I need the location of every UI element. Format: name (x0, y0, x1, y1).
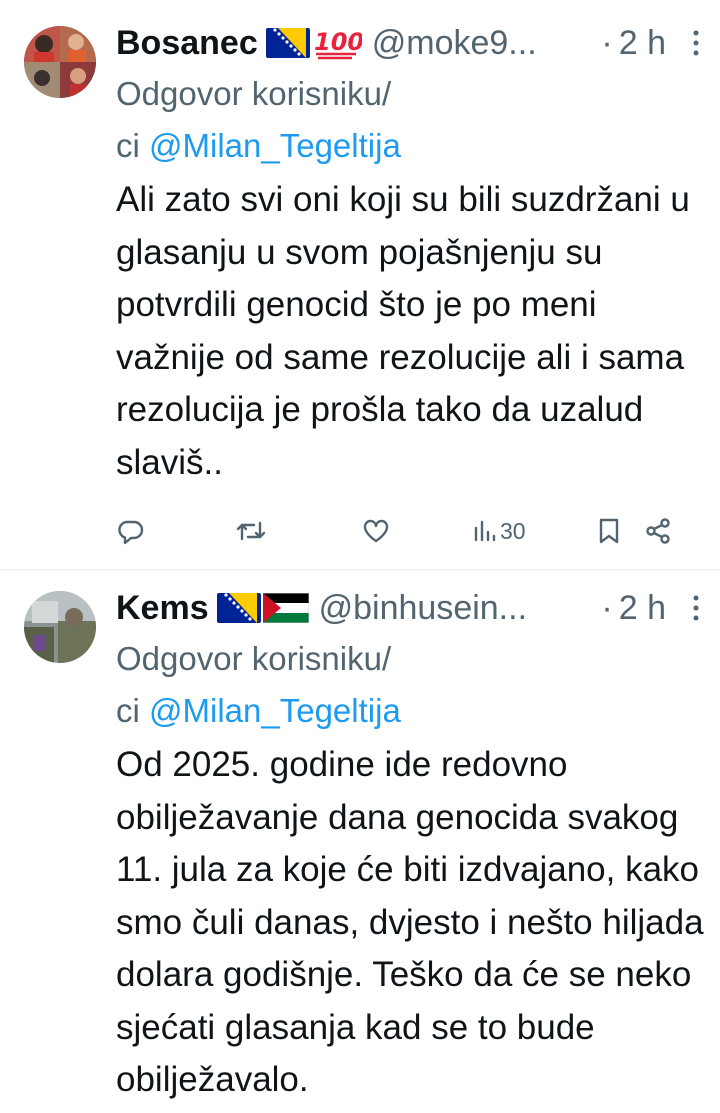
reply-icon (118, 520, 144, 545)
reply-to: Odgovor korisniku/ ci @Milan_Tegeltija (116, 68, 708, 172)
action-bar: 30 (116, 501, 708, 561)
views-icon (474, 520, 496, 542)
separator-dot: · (601, 588, 613, 627)
mention-link[interactable]: @Milan_Tegeltija (149, 127, 401, 164)
tweet-content: Bosanec 100 @moke9... · 2 h Odgovor kori… (116, 18, 720, 561)
reply-to-label-cont: ci (116, 127, 140, 164)
views-count: 30 (500, 517, 526, 544)
retweet-button[interactable] (236, 517, 362, 545)
tweet-1[interactable]: Bosanec 100 @moke9... · 2 h Odgovor kori… (0, 0, 720, 561)
handle[interactable]: @binhusein... (319, 589, 592, 628)
bookmark-button[interactable] (598, 517, 644, 545)
display-name[interactable]: Kems (116, 589, 209, 628)
timestamp[interactable]: 2 h (619, 24, 666, 63)
reply-to: Odgovor korisniku/ ci @Milan_Tegeltija (116, 633, 708, 737)
tweet-text: Ali zato svi oni koji su bili suzdržani … (116, 180, 690, 482)
views-button[interactable]: 30 (472, 518, 598, 545)
bosnia-flag-icon (216, 593, 261, 623)
bookmark-icon (599, 518, 619, 544)
more-icon[interactable] (684, 29, 708, 57)
avatar[interactable] (24, 591, 96, 663)
share-icon (646, 518, 670, 544)
tweet-header: Kems @binhusein... · 2 h (116, 583, 708, 633)
tweet-text: Od 2025. godine ide redovno obilježavanj… (116, 745, 704, 1099)
like-button[interactable] (362, 518, 472, 544)
palestine-flag-icon (262, 593, 309, 623)
handle[interactable]: @moke9... (372, 24, 592, 63)
bosnia-flag-icon (265, 28, 310, 58)
reply-button[interactable] (116, 517, 236, 545)
display-name[interactable]: Bosanec (116, 24, 258, 63)
hundred-points-icon: 100 (314, 28, 362, 60)
reply-to-label: Odgovor korisniku/ (116, 640, 392, 677)
tweet-2[interactable]: Kems @binhusein... · 2 h Odgovor korisni… (0, 571, 720, 1107)
tweet-content: Kems @binhusein... · 2 h Odgovor korisni… (116, 583, 720, 1107)
avatar-column (0, 583, 116, 1107)
mention-link[interactable]: @Milan_Tegeltija (149, 692, 401, 729)
like-icon (363, 519, 389, 543)
name-emojis (216, 593, 309, 623)
avatar[interactable] (24, 26, 96, 98)
share-button[interactable] (644, 517, 684, 545)
svg-text:100: 100 (314, 28, 362, 56)
more-icon[interactable] (684, 594, 708, 622)
timestamp[interactable]: 2 h (619, 589, 666, 628)
reply-to-label: Odgovor korisniku/ (116, 75, 392, 112)
separator-dot: · (601, 23, 613, 62)
avatar-column (0, 18, 116, 561)
retweet-icon (236, 521, 266, 541)
name-emojis: 100 (265, 26, 362, 60)
reply-to-label-cont: ci (116, 692, 140, 729)
tweet-header: Bosanec 100 @moke9... · 2 h (116, 18, 708, 68)
